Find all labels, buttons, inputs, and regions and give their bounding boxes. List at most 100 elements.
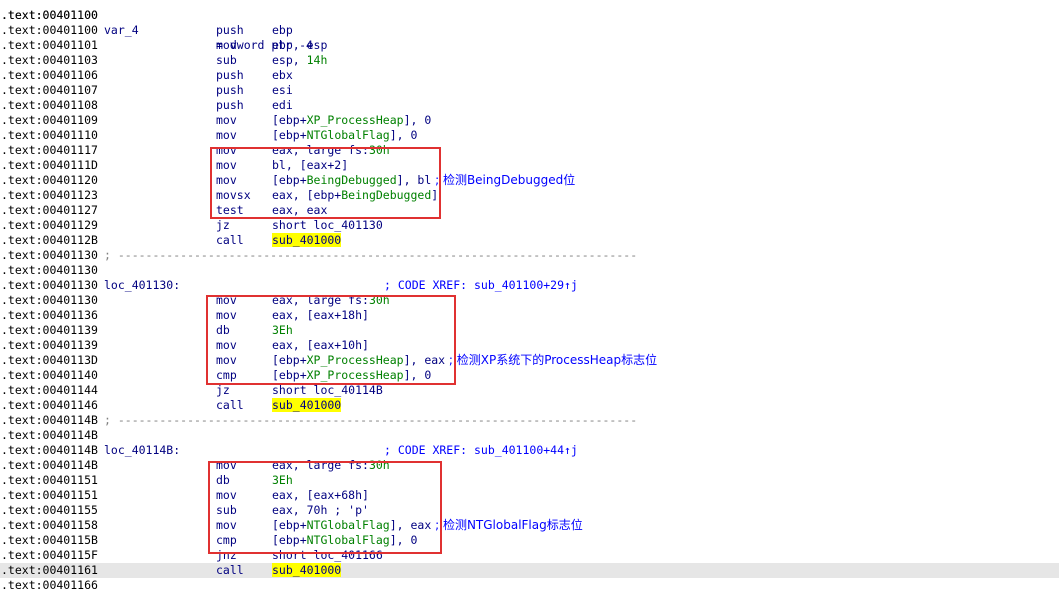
address: .text:00401127 xyxy=(1,203,98,217)
disassembly-listing[interactable]: .text:00401100 var_4 = dword ptr -4 .tex… xyxy=(0,0,1059,593)
listing-line[interactable]: .text:00401136 mov eax, [eax+18h] xyxy=(0,308,1059,323)
listing-line[interactable]: .text:00401129 jz short loc_401130 xyxy=(0,218,1059,233)
code-xref-comment[interactable]: ; CODE XREF: sub_401100+44↑j xyxy=(384,443,578,458)
operand-text: [ebp+ xyxy=(272,533,307,547)
address: .text:00401106 xyxy=(1,68,98,82)
listing-line[interactable]: .text:0040113D mov [ebp+XP_ProcessHeap], e… xyxy=(0,353,1059,368)
operand-var-name[interactable]: BeingDebugged xyxy=(307,173,397,187)
operand-text: ], 0 xyxy=(389,533,418,547)
operand-text: ] xyxy=(431,188,439,202)
instruction-operands: short loc_40114B xyxy=(272,383,383,398)
listing-line[interactable]: .text:00401107 push esi xyxy=(0,83,1059,98)
instruction-operands: [ebp+NTGlobalFlag], eax ; 检测NTGlobalFlag… xyxy=(272,518,583,533)
operand-text: eax, eax xyxy=(272,203,328,217)
listing-line[interactable]: .text:00401130 xyxy=(0,263,1059,278)
listing-line[interactable]: .text:00401158 mov [ebp+NTGlobalFlag], eax… xyxy=(0,518,1059,533)
listing-line[interactable]: .text:0040115F jnz short loc_401166 xyxy=(0,548,1059,563)
listing-line[interactable]: .text:00401130 loc_401130: ; CODE XREF: su… xyxy=(0,278,1059,293)
listing-line[interactable]: .text:00401139 db 3Eh xyxy=(0,323,1059,338)
operand-number: 30h xyxy=(368,143,390,157)
listing-line[interactable]: .text:00401106 push ebx xyxy=(0,68,1059,83)
listing-line[interactable]: .text:00401166 xyxy=(0,578,1059,593)
instruction-mnemonic: mov xyxy=(216,353,237,367)
code-xref-comment[interactable]: ; CODE XREF: sub_401100+29↑j xyxy=(384,278,578,293)
instruction-operands: eax, [eax+10h] xyxy=(272,338,369,353)
address: .text:00401129 xyxy=(1,218,98,232)
listing-line[interactable]: .text:00401117 mov eax, large fs:30h xyxy=(0,143,1059,158)
operand-var-name[interactable]: XP_ProcessHeap xyxy=(307,368,404,382)
listing-line[interactable]: .text:00401146 call sub_401000 xyxy=(0,398,1059,413)
listing-header-line[interactable]: .text:00401100 var_4 = dword ptr -4 xyxy=(0,0,1059,52)
listing-line-current[interactable]: .text:00401161 call sub_401000 xyxy=(0,563,1059,578)
operand-var-name[interactable]: NTGlobalFlag xyxy=(307,533,390,547)
listing-line[interactable]: .text:00401155 sub eax, 70h ; 'p' xyxy=(0,503,1059,518)
operand-var-name[interactable]: BeingDebugged xyxy=(341,188,431,202)
operand-text: esp, xyxy=(272,53,307,67)
listing-line[interactable]: .text:00401140 cmp [ebp+XP_ProcessHeap], 0 xyxy=(0,368,1059,383)
operand-text: edi xyxy=(272,98,293,112)
operand-text: [ebp+ xyxy=(272,353,307,367)
operand-var-name[interactable]: NTGlobalFlag xyxy=(307,128,390,142)
listing-line[interactable]: .text:00401109 mov [ebp+XP_ProcessHeap], 0 xyxy=(0,113,1059,128)
operand-text: ], 0 xyxy=(389,128,418,142)
instruction-mnemonic: test xyxy=(216,203,244,217)
instruction-mnemonic: mov xyxy=(216,518,237,532)
instruction-operands: eax, eax xyxy=(272,203,327,218)
listing-line[interactable]: .text:00401127 test eax, eax xyxy=(0,203,1059,218)
inline-comment: ; 检测XP系统下的ProcessHeap标志位 xyxy=(445,353,658,367)
listing-line[interactable]: .text:0040114B ; ------------------------… xyxy=(0,413,1059,428)
listing-line[interactable]: .text:0040115B cmp [ebp+NTGlobalFlag], 0 xyxy=(0,533,1059,548)
listing-line[interactable]: .text:00401101 mov ebp, esp xyxy=(0,38,1059,53)
operand-var-name[interactable]: XP_ProcessHeap xyxy=(307,353,404,367)
instruction-mnemonic: mov xyxy=(216,143,237,157)
address: .text:00401140 xyxy=(1,368,98,382)
listing-line[interactable]: .text:0040114B loc_40114B: ; CODE XREF: su… xyxy=(0,443,1059,458)
address: .text:0040114B xyxy=(1,458,98,472)
listing-line[interactable]: .text:00401151 db 3Eh xyxy=(0,473,1059,488)
call-target-highlighted[interactable]: sub_401000 xyxy=(272,233,342,247)
instruction-mnemonic: mov xyxy=(216,458,237,472)
instruction-operands: short loc_401166 xyxy=(272,548,383,563)
instruction-operands: ebp xyxy=(272,23,293,38)
address: .text:00401161 xyxy=(1,563,98,577)
listing-line[interactable]: .text:00401103 sub esp, 14h xyxy=(0,53,1059,68)
address: .text:00401166 xyxy=(1,578,98,592)
listing-line[interactable]: .text:0040112B call sub_401000 xyxy=(0,233,1059,248)
code-label[interactable]: loc_40114B: xyxy=(104,443,180,458)
operand-var-name[interactable]: NTGlobalFlag xyxy=(307,518,390,532)
instruction-mnemonic: jnz xyxy=(216,548,237,562)
instruction-mnemonic: mov xyxy=(216,338,237,352)
listing-line[interactable]: .text:0040114B xyxy=(0,428,1059,443)
operand-var-name[interactable]: XP_ProcessHeap xyxy=(307,113,404,127)
operand-number: 14h xyxy=(306,53,328,67)
instruction-operands: ebx xyxy=(272,68,293,83)
instruction-mnemonic: mov xyxy=(216,308,237,322)
listing-line[interactable]: .text:0040111D mov bl, [eax+2] xyxy=(0,158,1059,173)
instruction-operands: eax, [eax+68h] xyxy=(272,488,369,503)
operand-number: 3Eh xyxy=(272,323,293,337)
listing-line[interactable]: .text:00401100 xyxy=(0,8,1059,23)
instruction-mnemonic: push xyxy=(216,23,244,37)
listing-line[interactable]: .text:00401108 push edi xyxy=(0,98,1059,113)
call-target-highlighted[interactable]: sub_401000 xyxy=(272,398,342,412)
listing-line[interactable]: .text:00401110 mov [ebp+NTGlobalFlag], 0 xyxy=(0,128,1059,143)
listing-line[interactable]: .text:00401123 movsx eax, [ebp+BeingDebugg… xyxy=(0,188,1059,203)
listing-line[interactable]: .text:00401144 jz short loc_40114B xyxy=(0,383,1059,398)
instruction-mnemonic: mov xyxy=(216,38,237,52)
listing-line[interactable]: .text:00401130 ; ------------------------… xyxy=(0,248,1059,263)
code-label[interactable]: loc_401130: xyxy=(104,278,180,293)
call-target-highlighted[interactable]: sub_401000 xyxy=(272,563,342,577)
listing-line[interactable]: .text:00401130 mov eax, large fs:30h xyxy=(0,293,1059,308)
listing-line[interactable]: .text:0040114B mov eax, large fs:30h xyxy=(0,458,1059,473)
address: .text:00401110 xyxy=(1,128,98,142)
listing-line[interactable]: .text:00401139 mov eax, [eax+10h] xyxy=(0,338,1059,353)
operand-text: short loc_40114B xyxy=(272,383,383,397)
listing-line[interactable]: .text:00401151 mov eax, [eax+68h] xyxy=(0,488,1059,503)
address: .text:00401117 xyxy=(1,143,98,157)
operand-text: eax, [eax+10h] xyxy=(272,338,369,352)
operand-text: [ebp+ xyxy=(272,128,307,142)
operand-text: [ebp+ xyxy=(272,173,307,187)
listing-line[interactable]: .text:00401120 mov [ebp+BeingDebugged], bl… xyxy=(0,173,1059,188)
listing-line[interactable]: .text:00401100 push ebp xyxy=(0,23,1059,38)
instruction-mnemonic: mov xyxy=(216,293,237,307)
